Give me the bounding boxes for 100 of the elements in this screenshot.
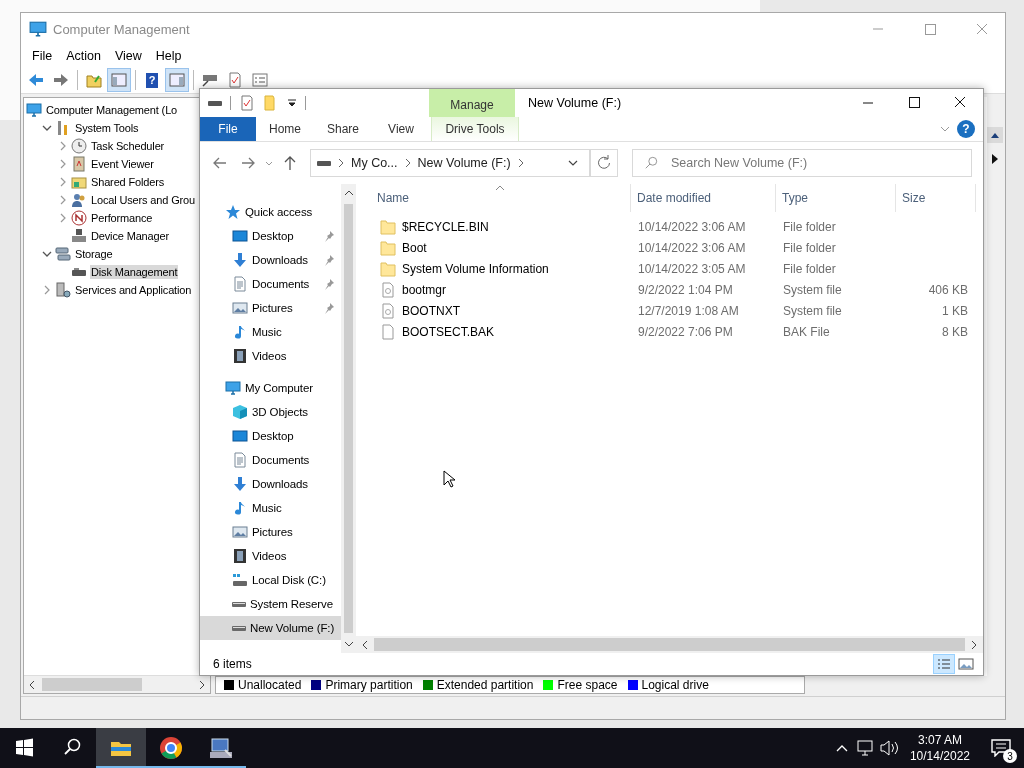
navigation-item[interactable]: Pictures xyxy=(200,520,341,544)
details-view-button[interactable] xyxy=(933,654,955,674)
ribbon-tab[interactable]: File xyxy=(200,117,256,141)
file-name[interactable]: System Volume Information xyxy=(402,261,549,276)
tree-item[interactable]: Services and Application xyxy=(74,283,193,297)
address-bar[interactable]: My Co... New Volume (F:) xyxy=(310,149,590,177)
up-arrow-icon[interactable] xyxy=(282,155,298,171)
breadcrumb-item[interactable]: New Volume (F:) xyxy=(417,156,511,170)
up-chevron-icon[interactable] xyxy=(343,188,354,198)
down-chevron-icon[interactable] xyxy=(343,639,354,649)
file-name[interactable]: bootmgr xyxy=(402,282,447,297)
navigation-label: Music xyxy=(252,326,282,338)
navigation-item[interactable]: Music xyxy=(200,320,341,344)
right-chevron-icon[interactable] xyxy=(969,639,979,650)
navigation-item[interactable]: Videos xyxy=(200,344,341,368)
tree-item[interactable]: Computer Management (Lo xyxy=(45,103,179,117)
taskbar-app-button[interactable] xyxy=(96,728,146,768)
drive-icon xyxy=(232,572,248,588)
expand-chevron-icon[interactable] xyxy=(58,141,68,151)
down-arrow-icon xyxy=(232,252,248,268)
scrollbar-thumb[interactable] xyxy=(42,678,142,691)
navigation-label: Pictures xyxy=(252,302,293,314)
table-cell-text: 10/14/2022 3:05 AM xyxy=(637,261,747,276)
clock[interactable]: 3:07 AM 10/14/2022 xyxy=(901,732,978,764)
document-check-icon[interactable] xyxy=(239,95,255,111)
menu-item[interactable]: File xyxy=(25,49,60,63)
navigation-item[interactable]: Desktop xyxy=(200,224,341,248)
navigation-item[interactable]: Documents xyxy=(200,272,341,296)
navigation-item[interactable]: Desktop xyxy=(200,424,341,448)
ribbon-tab[interactable]: Home xyxy=(256,117,314,141)
navigation-item[interactable]: Local Disk (C:) xyxy=(200,568,341,592)
expand-chevron-icon[interactable] xyxy=(58,213,68,223)
expand-chevron-icon[interactable] xyxy=(58,195,68,205)
left-chevron-icon[interactable] xyxy=(360,639,370,650)
tree-item[interactable]: Local Users and Grou xyxy=(90,193,196,207)
tree-item[interactable]: Device Manager xyxy=(90,229,170,243)
navigation-label: Music xyxy=(252,502,282,514)
monitor-icon xyxy=(232,428,248,444)
navigation-item[interactable]: System Reserve xyxy=(200,592,341,616)
search-field[interactable]: Search New Volume (F:) xyxy=(632,149,972,177)
expand-chevron-icon[interactable] xyxy=(42,285,52,295)
ribbon-tab[interactable]: Drive Tools xyxy=(431,117,519,141)
folder-icon xyxy=(86,72,102,88)
dropdown-caret-icon[interactable] xyxy=(287,98,297,108)
vertical-scrollbar[interactable] xyxy=(341,184,356,653)
file-name[interactable]: Boot xyxy=(402,240,427,255)
navigation-item[interactable]: Downloads xyxy=(200,248,341,272)
toolbar-button[interactable]: ? xyxy=(140,68,164,92)
file-name[interactable]: BOOTNXT xyxy=(402,303,460,318)
collapse-chevron-icon[interactable] xyxy=(42,249,52,259)
toolbar-button[interactable] xyxy=(107,68,131,92)
expand-chevron-icon[interactable] xyxy=(58,159,68,169)
toolbar-button[interactable] xyxy=(165,68,189,92)
scrollbar-thumb[interactable] xyxy=(344,204,353,633)
navigation-label: Videos xyxy=(252,350,287,362)
horizontal-scrollbar[interactable] xyxy=(356,636,983,653)
tree-item[interactable]: Task Scheduler xyxy=(90,139,166,153)
navigation-item[interactable]: Pictures xyxy=(200,296,341,320)
scrollbar-thumb[interactable] xyxy=(374,638,965,651)
file-name[interactable]: $RECYCLE.BIN xyxy=(402,219,489,234)
navigation-item[interactable]: 3D Objects xyxy=(200,400,341,424)
column-header[interactable]: Date modified xyxy=(631,184,776,212)
expand-chevron-icon[interactable] xyxy=(58,177,68,187)
menu-item[interactable]: Action xyxy=(59,49,108,63)
drive-icon[interactable] xyxy=(208,100,222,106)
monitor-icon xyxy=(26,102,42,118)
navigation-item[interactable]: My Computer xyxy=(200,376,341,400)
tree-item[interactable]: Disk Management xyxy=(90,265,179,279)
menu-item[interactable]: View xyxy=(107,49,149,63)
navigation-item[interactable]: Downloads xyxy=(200,472,341,496)
breadcrumb-item[interactable]: My Co... xyxy=(351,156,398,170)
navigation-item[interactable]: New Volume (F:) xyxy=(200,616,341,640)
column-header[interactable]: Type xyxy=(776,184,896,212)
tree-item[interactable]: Event Viewer xyxy=(90,157,155,171)
document-icon xyxy=(232,276,248,292)
tree-item[interactable]: Storage xyxy=(74,247,114,261)
navigation-item[interactable]: Documents xyxy=(200,448,341,472)
refresh-button[interactable] xyxy=(590,149,618,177)
ribbon-tab[interactable]: View xyxy=(372,117,430,141)
horizontal-scrollbar[interactable] xyxy=(24,675,210,693)
tree-item[interactable]: Shared Folders xyxy=(90,175,166,189)
ribbon-tab[interactable]: Share xyxy=(314,117,372,141)
forward-arrow-icon[interactable] xyxy=(240,155,256,171)
column-header[interactable]: Size xyxy=(896,184,976,212)
help-button[interactable]: ? xyxy=(957,120,975,138)
menu-item[interactable]: Help xyxy=(148,49,189,63)
shared-folder-icon xyxy=(71,174,87,190)
navigation-item[interactable]: Videos xyxy=(200,544,341,568)
tree-item[interactable]: System Tools xyxy=(74,121,140,135)
back-arrow-icon[interactable] xyxy=(212,155,228,171)
clock-icon xyxy=(71,138,87,154)
document-icon xyxy=(232,452,248,468)
navigation-item[interactable]: Music xyxy=(200,496,341,520)
tree-item[interactable]: Performance xyxy=(90,211,154,225)
file-name[interactable]: BOOTSECT.BAK xyxy=(402,324,495,339)
navigation-item[interactable]: Quick access xyxy=(200,200,341,224)
navigation-label: Documents xyxy=(252,278,310,290)
notification-button[interactable]: 3 xyxy=(978,728,1024,768)
collapse-chevron-icon[interactable] xyxy=(42,123,52,133)
column-header[interactable]: Name xyxy=(371,184,631,212)
